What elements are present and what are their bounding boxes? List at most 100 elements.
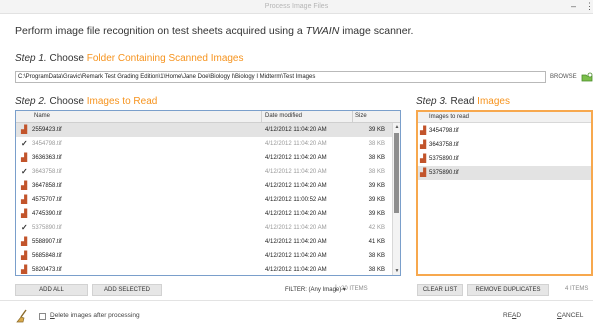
clear-list-button[interactable]: CLEAR LIST bbox=[417, 284, 463, 296]
read-rows: ▟ 3454798.tif ▟ 3643758.tif ▟ 5375890.tif ▟ 537… bbox=[418, 124, 591, 180]
file-list[interactable]: Name Date modified Size ▟ 2559423.tif 4/12… bbox=[15, 110, 401, 276]
read-row[interactable]: ▟ 3454798.tif bbox=[418, 124, 591, 138]
file-date: 4/12/2012 11:04:20 AM bbox=[265, 169, 327, 175]
file-size: 42 KB bbox=[368, 225, 385, 231]
image-file-icon: ▟ bbox=[21, 237, 28, 246]
read-row[interactable]: ▟ 5375890.tif bbox=[418, 166, 591, 180]
file-size: 39 KB bbox=[368, 183, 385, 189]
file-size: 38 KB bbox=[368, 155, 385, 161]
file-name: 5375890.tif bbox=[32, 225, 62, 231]
file-name: 5685848.tif bbox=[32, 253, 62, 259]
more-icon[interactable]: ⋮ bbox=[585, 1, 593, 12]
image-file-icon: ▟ bbox=[420, 168, 427, 177]
file-size: 39 KB bbox=[368, 127, 385, 133]
file-size: 39 KB bbox=[368, 211, 385, 217]
file-row[interactable]: ✓ 3643758.tif 4/12/2012 11:04:20 AM 38 KB bbox=[16, 165, 392, 179]
read-row[interactable]: ▟ 5375890.tif bbox=[418, 152, 591, 166]
image-file-icon: ▟ bbox=[21, 251, 28, 260]
file-count: 20 ITEMS bbox=[341, 286, 368, 292]
remove-duplicates-button[interactable]: REMOVE DUPLICATES bbox=[467, 284, 549, 296]
images-to-read-list[interactable]: Images to read ▟ 3454798.tif ▟ 3643758.tif ▟… bbox=[416, 110, 593, 276]
file-size: 38 KB bbox=[368, 141, 385, 147]
read-row[interactable]: ▟ 3643758.tif bbox=[418, 138, 591, 152]
delete-images-checkbox[interactable] bbox=[39, 313, 46, 320]
checkmark-icon: ✓ bbox=[21, 167, 28, 176]
image-file-icon: ▟ bbox=[21, 181, 28, 190]
file-date: 4/12/2012 11:00:52 AM bbox=[265, 197, 327, 203]
file-list-scrollbar[interactable]: ▲ ▼ bbox=[392, 123, 400, 275]
file-date: 4/12/2012 11:04:20 AM bbox=[265, 141, 327, 147]
scroll-up-icon[interactable]: ▲ bbox=[393, 123, 400, 131]
read-file-name: 5375890.tif bbox=[429, 156, 459, 162]
file-size: 38 KB bbox=[368, 267, 385, 273]
file-row[interactable]: ▟ 2559423.tif 4/12/2012 11:04:20 AM 39 KB bbox=[16, 123, 392, 137]
folder-path-field[interactable]: C:\ProgramData\Gravic\Remark Test Gradin… bbox=[15, 71, 546, 83]
column-header-name[interactable]: Name bbox=[34, 113, 50, 119]
file-row[interactable]: ▟ 5820473.tif 4/12/2012 11:04:20 AM 38 KB bbox=[16, 263, 392, 275]
file-name: 5588907.tif bbox=[32, 239, 62, 245]
file-row[interactable]: ▟ 4745390.tif 4/12/2012 11:04:20 AM 39 KB bbox=[16, 207, 392, 221]
checkmark-icon: ✓ bbox=[21, 223, 28, 232]
file-date: 4/12/2012 11:04:20 AM bbox=[265, 225, 327, 231]
column-header-date[interactable]: Date modified bbox=[265, 113, 302, 119]
instructions-text: Perform image file recognition on test s… bbox=[15, 25, 414, 37]
read-count: 4 ITEMS bbox=[565, 286, 589, 292]
checkmark-icon: ✓ bbox=[21, 139, 28, 148]
images-to-read-header[interactable]: Images to read bbox=[418, 112, 591, 123]
image-file-icon: ▟ bbox=[21, 195, 28, 204]
file-list-header: Name Date modified Size bbox=[16, 111, 400, 123]
file-row[interactable]: ✓ 5375890.tif 4/12/2012 11:04:20 AM 42 KB bbox=[16, 221, 392, 235]
step3-heading: Step 3. Read Images bbox=[416, 96, 510, 107]
file-size: 38 KB bbox=[368, 253, 385, 259]
file-name: 4575707.tif bbox=[32, 197, 62, 203]
column-header-size[interactable]: Size bbox=[355, 113, 367, 119]
delete-images-label[interactable]: Delete images after processing bbox=[50, 312, 140, 319]
file-name: 3636363.tif bbox=[32, 155, 62, 161]
file-size: 41 KB bbox=[368, 239, 385, 245]
file-date: 4/12/2012 11:04:20 AM bbox=[265, 183, 327, 189]
step2-heading: Step 2. Choose Images to Read bbox=[15, 96, 158, 107]
image-file-icon: ▟ bbox=[420, 140, 427, 149]
browse-button[interactable]: BROWSE bbox=[550, 72, 577, 82]
file-date: 4/12/2012 11:04:20 AM bbox=[265, 253, 327, 259]
broom-icon bbox=[16, 309, 30, 325]
scroll-thumb[interactable] bbox=[394, 133, 399, 213]
image-file-icon: ▟ bbox=[420, 154, 427, 163]
image-file-icon: ▟ bbox=[21, 265, 28, 274]
file-name: 3647858.tif bbox=[32, 183, 62, 189]
file-date: 4/12/2012 11:04:20 AM bbox=[265, 155, 327, 161]
cancel-button[interactable]: CANCEL bbox=[557, 312, 583, 319]
file-size: 39 KB bbox=[368, 197, 385, 203]
file-date: 4/12/2012 11:04:20 AM bbox=[265, 127, 327, 133]
add-all-button[interactable]: ADD ALL bbox=[15, 284, 88, 296]
file-date: 4/12/2012 11:04:20 AM bbox=[265, 267, 327, 273]
file-name: 3454798.tif bbox=[32, 141, 62, 147]
window-title: Process Image Files bbox=[264, 3, 329, 10]
add-selected-button[interactable]: ADD SELECTED bbox=[92, 284, 162, 296]
image-file-icon: ▟ bbox=[420, 126, 427, 135]
read-file-name: 3454798.tif bbox=[429, 128, 459, 134]
file-size: 38 KB bbox=[368, 169, 385, 175]
file-date: 4/12/2012 11:04:20 AM bbox=[265, 239, 327, 245]
file-row[interactable]: ▟ 3647858.tif 4/12/2012 11:04:20 AM 39 KB bbox=[16, 179, 392, 193]
file-row[interactable]: ▟ 3636363.tif 4/12/2012 11:04:20 AM 38 KB bbox=[16, 151, 392, 165]
title-bar: Process Image Files – ⋮ bbox=[0, 0, 593, 14]
file-rows: ▟ 2559423.tif 4/12/2012 11:04:20 AM 39 KB ✓ 3… bbox=[16, 123, 392, 275]
file-row[interactable]: ▟ 4575707.tif 4/12/2012 11:00:52 AM 39 KB bbox=[16, 193, 392, 207]
image-file-icon: ▟ bbox=[21, 209, 28, 218]
image-file-icon: ▟ bbox=[21, 153, 28, 162]
file-name: 2559423.tif bbox=[32, 127, 62, 133]
read-file-name: 3643758.tif bbox=[429, 142, 459, 148]
browse-folder-icon[interactable] bbox=[581, 71, 593, 83]
file-row[interactable]: ▟ 5685848.tif 4/12/2012 11:04:20 AM 38 KB bbox=[16, 249, 392, 263]
scroll-down-icon[interactable]: ▼ bbox=[393, 267, 400, 275]
step1-heading: Step 1. Choose Folder Containing Scanned… bbox=[15, 53, 244, 64]
file-row[interactable]: ✓ 3454798.tif 4/12/2012 11:04:20 AM 38 KB bbox=[16, 137, 392, 151]
file-name: 3643758.tif bbox=[32, 169, 62, 175]
read-button[interactable]: READ bbox=[503, 312, 521, 319]
file-row[interactable]: ▟ 5588907.tif 4/12/2012 11:04:20 AM 41 KB bbox=[16, 235, 392, 249]
minimize-button[interactable]: – bbox=[571, 1, 576, 12]
image-file-icon: ▟ bbox=[21, 125, 28, 134]
footer-divider bbox=[0, 300, 593, 301]
file-name: 5820473.tif bbox=[32, 267, 62, 273]
